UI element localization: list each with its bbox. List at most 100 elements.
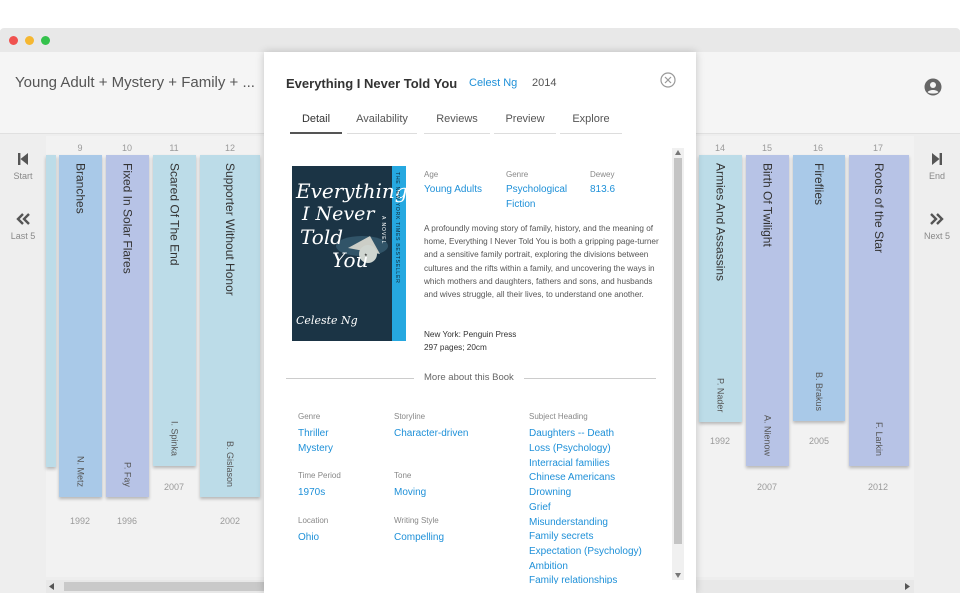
storyline-value[interactable]: Character-driven xyxy=(394,426,468,441)
book-spine[interactable]: Armies And Assassins P. Nader xyxy=(699,155,742,422)
subject-heading-item[interactable]: Expectation (Psychology) xyxy=(529,544,642,559)
subject-heading-item[interactable]: Family relationships xyxy=(529,573,617,584)
book-title: Fireflies xyxy=(812,163,826,206)
subject-heading-item[interactable]: Drowning xyxy=(529,485,571,500)
end-button[interactable]: End xyxy=(914,152,960,181)
scroll-up-icon[interactable] xyxy=(675,150,681,155)
book-spine[interactable]: Fixed In Solar Flares P. Fay xyxy=(106,155,149,497)
time-period-value[interactable]: 1970s xyxy=(298,485,325,500)
skip-start-icon xyxy=(18,153,28,165)
tab-explore[interactable]: Explore xyxy=(560,110,622,134)
book-spine[interactable]: Supporter Without Honor B. Gislason xyxy=(200,155,260,497)
tab-availability[interactable]: Availability xyxy=(347,110,417,134)
scroll-down-icon[interactable] xyxy=(675,573,681,578)
book-year: 1996 xyxy=(116,516,138,526)
book-cover: ★ Everything I Never Told You A NOVEL Ce… xyxy=(292,166,406,341)
maximize-window-button[interactable] xyxy=(41,36,50,45)
location-value[interactable]: Ohio xyxy=(298,530,319,545)
next5-button[interactable]: Next 5 xyxy=(914,212,960,241)
cover-novel: A NOVEL xyxy=(380,216,386,245)
book-author-link[interactable]: Celest Ng xyxy=(469,77,517,89)
close-window-button[interactable] xyxy=(9,36,18,45)
book-author: B. Brakus xyxy=(814,371,824,411)
book-title: Fixed In Solar Flares xyxy=(120,163,135,274)
cover-title-line: Everything xyxy=(296,179,406,203)
book-year: 2007 xyxy=(163,482,185,492)
genre-value[interactable]: Fiction xyxy=(506,197,535,212)
dewey-label: Dewey xyxy=(590,170,615,179)
subject-heading-item[interactable]: Loss (Psychology) xyxy=(529,441,611,456)
start-button[interactable]: Start xyxy=(0,152,46,181)
book-year: 2012 xyxy=(867,482,889,492)
page-count: 297 pages; 20cm xyxy=(424,343,487,352)
search-title[interactable]: Young Adult + Mystery + Family + ... xyxy=(15,74,255,91)
book-year: 2014 xyxy=(532,77,557,89)
book-year: 2007 xyxy=(756,482,778,492)
more-genre-label: Genre xyxy=(298,412,321,421)
scroll-left-icon[interactable] xyxy=(49,583,55,590)
book-year: 2005 xyxy=(808,436,830,446)
cover-title-line: Told xyxy=(300,225,344,249)
browser-chrome xyxy=(0,0,960,52)
book-number: 15 xyxy=(761,143,772,153)
book-author: B. Gislason xyxy=(225,440,235,487)
genre-value[interactable]: Psychological xyxy=(506,182,567,197)
tone-label: Tone xyxy=(394,471,412,480)
close-icon[interactable] xyxy=(660,72,676,88)
book-title: Scared Of The End xyxy=(167,163,182,266)
subject-heading-label: Subject Heading xyxy=(529,412,588,421)
book-spine[interactable]: Roots of the Star F. Larkin xyxy=(849,155,909,466)
tab-detail[interactable]: Detail xyxy=(290,110,342,134)
subject-heading-item[interactable]: Chinese Americans xyxy=(529,470,615,485)
subject-heading-item[interactable]: Misunderstanding xyxy=(529,515,608,530)
book-author: A. Nienow xyxy=(762,414,773,456)
more-genre-value[interactable]: Thriller xyxy=(298,426,329,441)
subject-heading-item[interactable]: Daughters -- Death xyxy=(529,426,614,441)
book-number: 16 xyxy=(812,143,823,153)
tone-value[interactable]: Moving xyxy=(394,485,426,500)
tab-preview[interactable]: Preview xyxy=(494,110,556,134)
book-author: N. Metz xyxy=(75,455,86,487)
book-title: Roots of the Star xyxy=(872,163,886,254)
detail-scrollbar[interactable] xyxy=(672,148,684,580)
start-label: Start xyxy=(13,171,33,181)
scroll-right-icon[interactable] xyxy=(905,583,911,590)
dewey-value[interactable]: 813.6 xyxy=(590,182,615,197)
subject-heading-item[interactable]: Ambition xyxy=(529,559,568,574)
last5-label: Last 5 xyxy=(10,231,36,241)
age-label: Age xyxy=(424,170,439,179)
book-year: 1992 xyxy=(709,436,731,446)
cover-author: Celeste Ng xyxy=(296,314,358,327)
subject-heading-item[interactable]: Grief xyxy=(529,500,551,515)
cover-title-line: You xyxy=(332,248,369,272)
window-titlebar xyxy=(0,28,960,52)
detail-scrollbar-thumb[interactable] xyxy=(674,158,682,544)
detail-tabs: Detail Availability Reviews Preview Expl… xyxy=(290,110,622,134)
book-spine-partial[interactable] xyxy=(46,155,56,467)
writing-style-value[interactable]: Compelling xyxy=(394,530,444,545)
book-number: 12 xyxy=(224,143,235,153)
publication-info: New York: Penguin Press 297 pages; 20cm xyxy=(424,328,516,354)
user-icon[interactable] xyxy=(924,78,942,96)
book-spine[interactable]: Birth Of Twilight A. Nienow xyxy=(746,155,789,466)
double-chevron-left-icon xyxy=(16,213,30,225)
book-spine[interactable]: Scared Of The End I. Spinka xyxy=(153,155,196,466)
tab-reviews[interactable]: Reviews xyxy=(424,110,490,134)
book-author: F. Larkin xyxy=(874,421,884,456)
last5-button[interactable]: Last 5 xyxy=(0,212,46,241)
book-spine[interactable]: Branches N. Metz xyxy=(59,155,102,497)
subject-heading-item[interactable]: Interracial families xyxy=(529,456,610,471)
double-chevron-right-icon xyxy=(930,213,944,225)
subject-heading-item[interactable]: Family secrets xyxy=(529,529,593,544)
cover-side-text: THE NEW YORK TIMES BESTSELLER xyxy=(394,172,400,284)
book-number: 17 xyxy=(872,143,883,153)
more-genre-value[interactable]: Mystery xyxy=(298,441,333,456)
detail-content: ★ Everything I Never Told You A NOVEL Ce… xyxy=(264,144,684,584)
genre-label: Genre xyxy=(506,170,529,179)
book-spine[interactable]: Fireflies B. Brakus xyxy=(793,155,845,421)
minimize-window-button[interactable] xyxy=(25,36,34,45)
age-value[interactable]: Young Adults xyxy=(424,182,482,197)
end-label: End xyxy=(928,171,945,181)
book-author: P. Nader xyxy=(715,377,726,412)
book-year: 2002 xyxy=(219,516,241,526)
